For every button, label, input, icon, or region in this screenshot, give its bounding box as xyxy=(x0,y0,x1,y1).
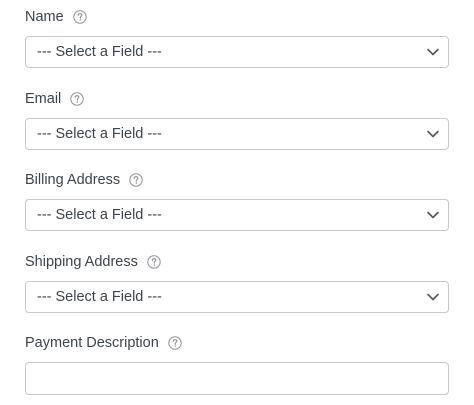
question-circle-icon[interactable] xyxy=(72,10,87,24)
name-label-row: Name xyxy=(25,7,449,27)
question-circle-icon[interactable] xyxy=(147,255,161,269)
shipping-address-field-select-value: --- Select a Field --- xyxy=(37,289,162,305)
payment-description-field-group: Payment Description xyxy=(25,333,449,395)
name-label: Name xyxy=(25,9,64,25)
shipping-address-label: Shipping Address xyxy=(25,254,138,270)
billing-address-label: Billing Address xyxy=(25,172,121,188)
name-field-select-value: --- Select a Field --- xyxy=(37,44,162,60)
shipping-address-field-group: Shipping Address --- Select a Field --- xyxy=(25,252,449,313)
email-field-select-value: --- Select a Field --- xyxy=(37,126,162,142)
shipping-address-field-select[interactable]: --- Select a Field --- xyxy=(25,281,449,313)
email-field-group: Email --- Select a Field --- xyxy=(25,89,449,150)
chevron-down-icon xyxy=(426,128,440,140)
chevron-down-icon xyxy=(426,46,440,58)
name-field-select[interactable]: --- Select a Field --- xyxy=(25,36,449,68)
payment-description-label-row: Payment Description xyxy=(25,333,449,353)
shipping-address-label-row: Shipping Address xyxy=(25,252,449,272)
email-field-select[interactable]: --- Select a Field --- xyxy=(25,118,449,150)
question-circle-icon[interactable] xyxy=(70,92,84,106)
chevron-down-icon xyxy=(426,291,440,303)
email-label: Email xyxy=(25,91,62,107)
billing-address-field-group: Billing Address --- Select a Field --- xyxy=(25,170,449,231)
name-field-group: Name --- Select a Field --- xyxy=(25,7,449,68)
field-mapping-form: Name --- Select a Field --- Email --- Se… xyxy=(0,0,474,405)
chevron-down-icon xyxy=(426,209,440,221)
question-circle-icon[interactable] xyxy=(168,336,182,350)
billing-address-field-select-value: --- Select a Field --- xyxy=(37,207,162,223)
billing-address-field-select[interactable]: --- Select a Field --- xyxy=(25,199,449,231)
payment-description-label: Payment Description xyxy=(25,335,159,351)
email-label-row: Email xyxy=(25,89,449,109)
question-circle-icon[interactable] xyxy=(129,173,143,187)
payment-description-input[interactable] xyxy=(25,362,449,395)
billing-address-label-row: Billing Address xyxy=(25,170,449,190)
